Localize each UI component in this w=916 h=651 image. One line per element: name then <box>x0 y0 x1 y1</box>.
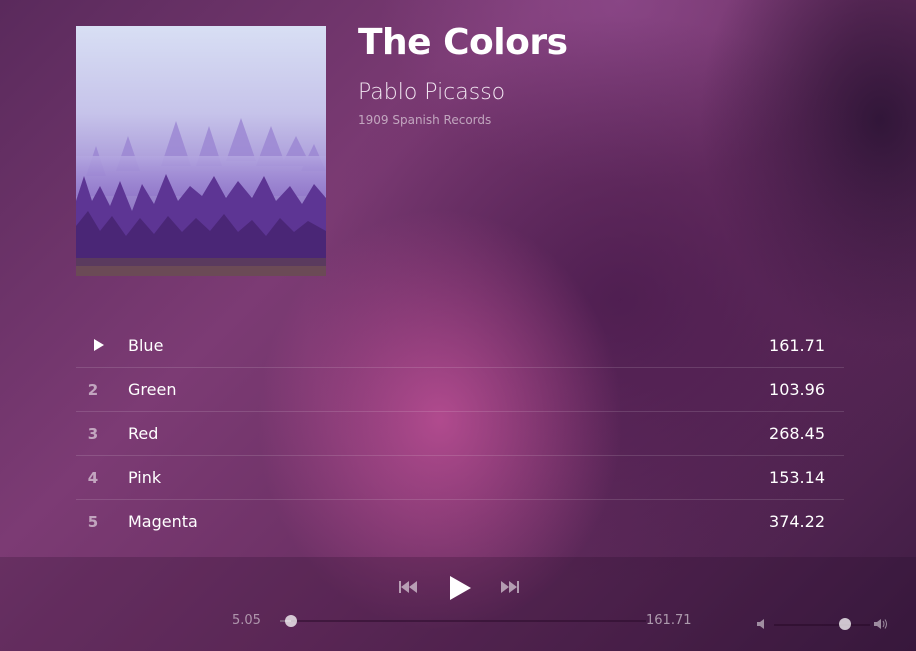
track-row[interactable]: 4 Pink 153.14 <box>76 456 844 500</box>
track-name: Red <box>128 424 159 443</box>
forest-cover-art-icon <box>76 26 326 276</box>
track-row[interactable]: 3 Red 268.45 <box>76 412 844 456</box>
now-playing-icon <box>94 338 104 351</box>
volume-low-icon[interactable] <box>757 619 767 629</box>
album-label: 1909 Spanish Records <box>358 113 492 127</box>
progress-bar[interactable] <box>280 620 646 622</box>
track-duration: 374.22 <box>769 512 825 531</box>
track-duration: 268.45 <box>769 424 825 443</box>
track-name: Magenta <box>128 512 198 531</box>
album-title: The Colors <box>358 22 568 63</box>
track-duration: 103.96 <box>769 380 825 399</box>
volume-slider[interactable] <box>774 624 870 626</box>
track-row[interactable]: 5 Magenta 374.22 <box>76 500 844 543</box>
player-bar: 5.05 161.71 <box>0 557 916 651</box>
track-name: Green <box>128 380 177 399</box>
track-number: 2 <box>87 380 99 399</box>
volume-high-icon[interactable] <box>874 618 888 630</box>
track-duration: 153.14 <box>769 468 825 487</box>
track-number: 4 <box>87 468 99 487</box>
volume-handle[interactable] <box>839 618 852 630</box>
track-list: Blue 161.71 2 Green 103.96 3 Red 268.45 … <box>76 324 844 543</box>
album-artist[interactable]: Pablo Picasso <box>358 80 505 105</box>
track-name: Pink <box>128 468 162 487</box>
track-row[interactable]: Blue 161.71 <box>76 324 844 368</box>
total-time: 161.71 <box>646 613 692 628</box>
track-duration: 161.71 <box>769 336 825 355</box>
album-cover <box>76 26 326 276</box>
previous-icon[interactable] <box>398 579 418 595</box>
track-number <box>76 337 110 355</box>
track-row[interactable]: 2 Green 103.96 <box>76 368 844 412</box>
current-time: 5.05 <box>232 613 261 628</box>
track-name: Blue <box>128 336 164 355</box>
progress-handle[interactable] <box>285 615 298 627</box>
play-icon[interactable] <box>447 574 473 602</box>
next-icon[interactable] <box>500 579 520 595</box>
track-number: 3 <box>87 424 99 443</box>
track-number: 5 <box>87 512 99 531</box>
